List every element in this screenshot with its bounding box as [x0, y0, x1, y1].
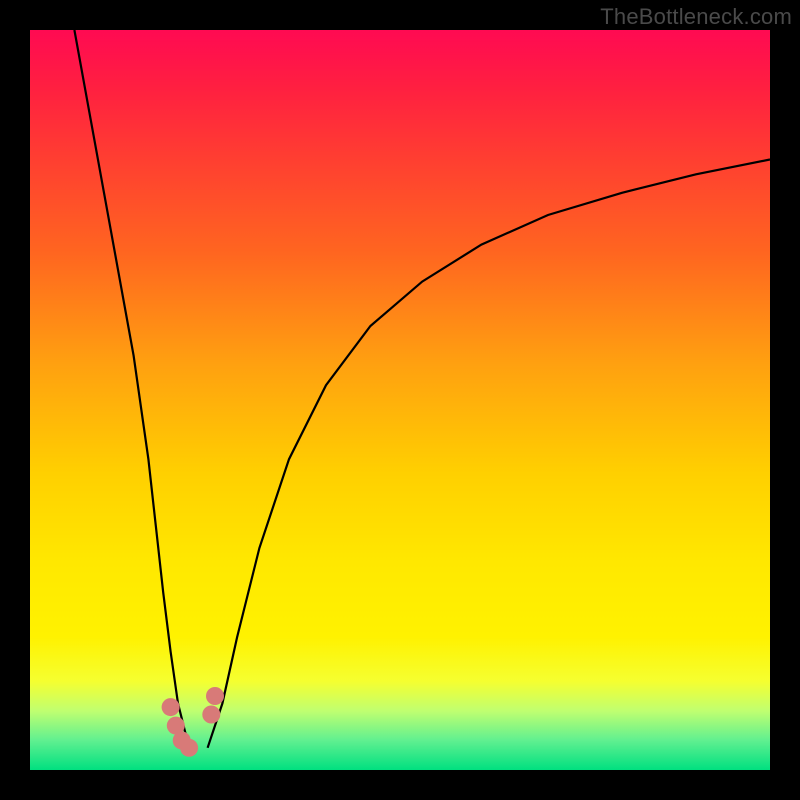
- chart-svg: [30, 30, 770, 770]
- bead-point: [180, 739, 198, 757]
- bead-point: [202, 706, 220, 724]
- bead-point: [206, 687, 224, 705]
- curve-left-branch: [74, 30, 192, 748]
- outer-frame: TheBottleneck.com: [0, 0, 800, 800]
- curve-right-branch: [208, 160, 770, 748]
- bead-point: [162, 698, 180, 716]
- bead-cluster: [162, 687, 224, 757]
- watermark-text: TheBottleneck.com: [600, 4, 792, 30]
- chart-plot-area: [30, 30, 770, 770]
